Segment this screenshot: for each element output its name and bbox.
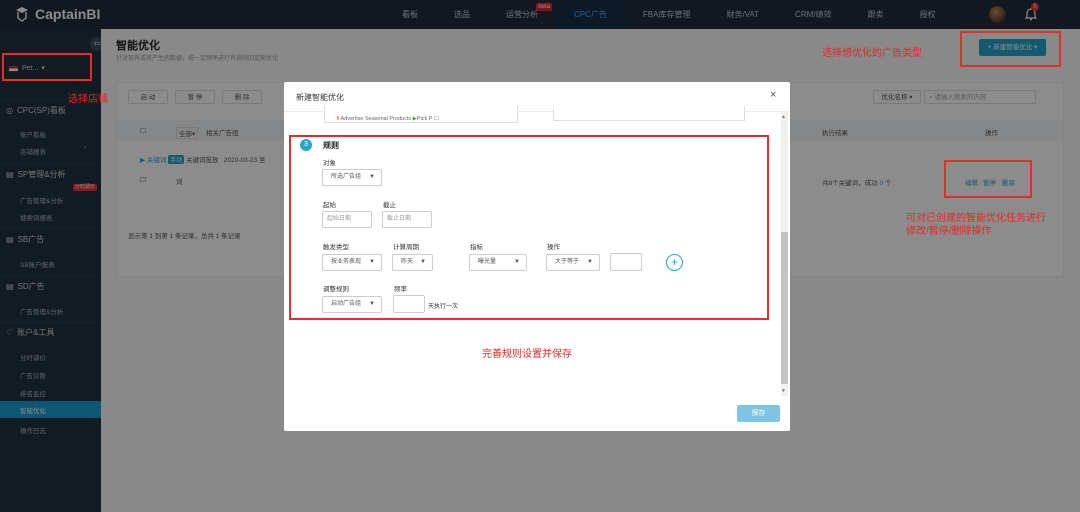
frequency-suffix: 天执行一次	[428, 304, 459, 310]
threshold-input[interactable]	[610, 253, 642, 271]
metric-select[interactable]: 曝光量 ▼	[469, 254, 527, 271]
new-button-highlight-box	[960, 31, 1061, 67]
metric-label: 指标	[470, 244, 483, 251]
annotation-ops-hint-line2: 修改/暂停/删除操作	[906, 226, 992, 237]
period-value: 昨天	[401, 259, 414, 265]
annotation-select-store: 选择店铺	[68, 94, 108, 105]
ad-list-row-text2: Pick P	[416, 116, 433, 122]
pause-icon: ‖	[337, 116, 340, 122]
start-label: 起始	[323, 202, 336, 209]
modal-title: 新建智能优化	[296, 93, 344, 102]
operator-label: 操作	[547, 244, 560, 251]
trigger-type-label: 触发类型	[323, 244, 349, 251]
caret-down-icon: ▼	[369, 174, 375, 180]
scroll-up-icon[interactable]: ▲	[781, 114, 786, 120]
object-select[interactable]: 所选广告组 ▼	[322, 169, 382, 186]
close-icon[interactable]: ×	[770, 89, 776, 101]
add-condition-icon[interactable]: +	[666, 254, 683, 271]
adjust-rule-select[interactable]: 启动广告组 ▼	[322, 296, 382, 313]
modal-scrollbar-thumb[interactable]	[781, 232, 788, 384]
object-label: 对象	[323, 160, 336, 167]
save-button[interactable]: 保存	[737, 405, 780, 422]
selected-list-fragment	[553, 106, 745, 121]
caret-down-icon: ▼	[514, 259, 520, 265]
adjust-rule-value: 启动广告组	[331, 301, 362, 307]
metric-value: 曝光量	[478, 259, 497, 265]
trigger-type-select[interactable]: 按业务表现 ▼	[322, 254, 382, 271]
object-value: 所选广告组	[331, 174, 362, 180]
annotation-ops-hint-line1: 可对已创建的智能优化任务进行	[906, 213, 1046, 224]
start-date-input[interactable]: 起始日期	[322, 211, 372, 228]
rules-section-title: 规则	[323, 141, 339, 150]
end-date-input[interactable]: 截止日期	[382, 211, 432, 228]
operator-value: 大于等于	[555, 259, 580, 265]
adjust-rule-label: 调整规则	[323, 286, 349, 293]
annotation-select-type: 选择想优化的广告类型	[822, 48, 922, 59]
ops-highlight-box	[944, 160, 1032, 198]
row-checkbox[interactable]: ☐	[434, 116, 439, 122]
period-select[interactable]: 昨天 ▼	[392, 254, 433, 271]
caret-down-icon: ▼	[369, 259, 375, 265]
operator-select[interactable]: 大于等于 ▼	[546, 254, 600, 271]
ad-list-row-text: Advertise Seasonal Products	[340, 116, 412, 122]
end-label: 截止	[383, 202, 396, 209]
frequency-label: 频率	[394, 286, 407, 293]
period-label: 计算周期	[393, 244, 419, 251]
store-highlight-box	[2, 53, 92, 81]
caret-down-icon: ▼	[369, 301, 375, 307]
trigger-type-value: 按业务表现	[331, 259, 362, 265]
annotation-complete-rules: 完善规则设置并保存	[482, 349, 572, 360]
caret-down-icon: ▼	[420, 259, 426, 265]
frequency-input[interactable]	[393, 295, 425, 313]
caret-down-icon: ▼	[587, 259, 593, 265]
step-number: 3	[300, 139, 312, 151]
scroll-down-icon[interactable]: ▼	[781, 388, 786, 394]
ad-list-row: ‖ Advertise Seasonal Products ▶Pick P ☐	[337, 116, 439, 122]
annotation-ops-hint: 可对已创建的智能优化任务进行 修改/暂停/删除操作	[906, 212, 1046, 238]
